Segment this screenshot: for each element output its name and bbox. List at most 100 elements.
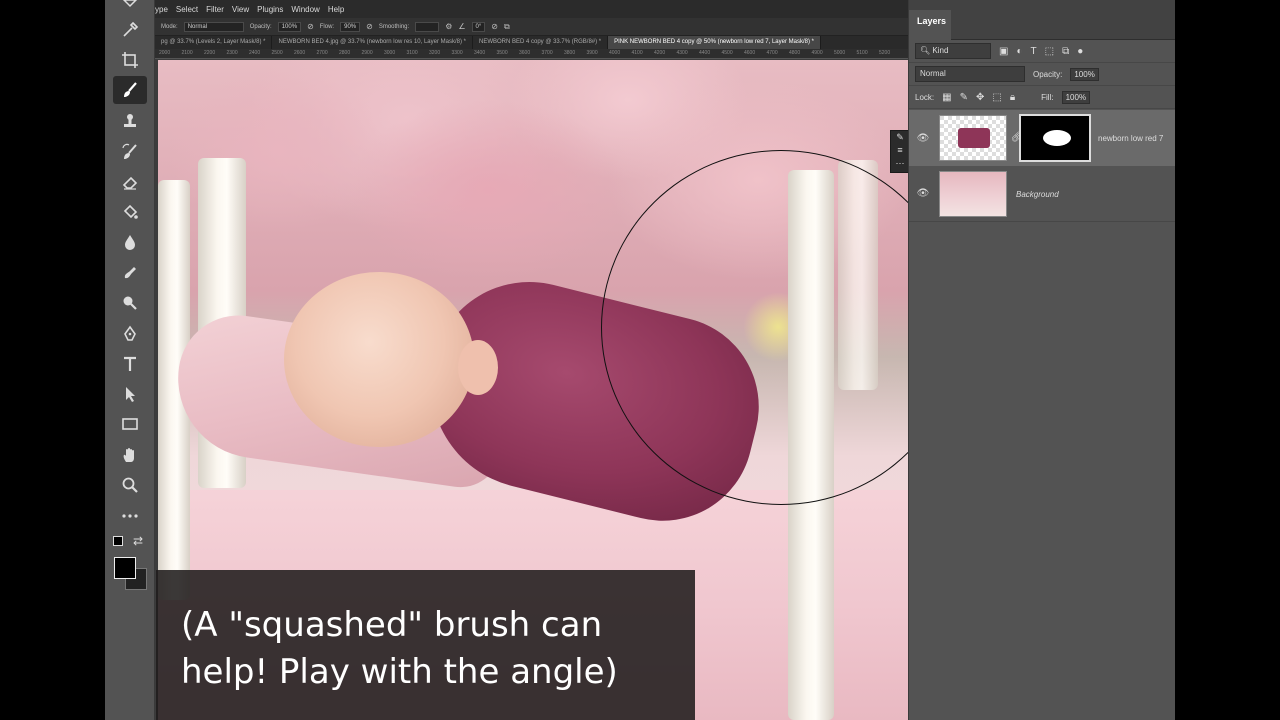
ruler-tick: 2600 <box>294 50 306 56</box>
layer-opacity-field[interactable]: 100% <box>1070 67 1099 81</box>
swap-colors-icon[interactable]: ⇄ <box>133 534 143 548</box>
ruler-tick: 3000 <box>384 50 396 56</box>
menu-bar: ype Select Filter View Plugins Window He… <box>155 0 908 18</box>
ruler-tick: 4900 <box>811 50 823 56</box>
ruler-tick: 3700 <box>541 50 553 56</box>
layer-mask-thumbnail[interactable] <box>1019 114 1091 162</box>
type-icon[interactable] <box>113 350 147 378</box>
ruler-tick: 2700 <box>316 50 328 56</box>
ruler-tick: 4600 <box>744 50 756 56</box>
lock-artboard-icon[interactable]: ⬚ <box>992 92 1001 103</box>
ruler-tick: 4700 <box>766 50 778 56</box>
rectangle-icon[interactable] <box>113 410 147 438</box>
menu-select[interactable]: Select <box>176 5 198 14</box>
lock-position-icon[interactable]: ✥ <box>976 92 984 103</box>
paint-bucket-icon[interactable] <box>113 198 147 226</box>
menu-filter[interactable]: Filter <box>206 5 224 14</box>
default-colors-icon[interactable] <box>113 536 123 546</box>
smudge-icon[interactable] <box>113 259 147 287</box>
blend-mode-select[interactable]: Normal <box>915 66 1025 82</box>
lock-image-icon[interactable]: ✎ <box>960 92 968 103</box>
crop-icon[interactable] <box>113 46 147 74</box>
history-brush-icon[interactable] <box>113 138 147 166</box>
baby-head <box>284 272 474 447</box>
tab-document[interactable]: NEWBORN BED 4.jpg @ 33.7% (newborn low r… <box>272 36 473 49</box>
menu-help[interactable]: Help <box>328 5 344 14</box>
angle-field[interactable]: 0° <box>471 21 486 32</box>
options-bar: Mode: Normal Opacity: 100% ⊘ Flow: 90% ⊘… <box>155 18 908 36</box>
dodge-icon[interactable] <box>113 289 147 317</box>
selection-arrow-icon[interactable] <box>113 380 147 408</box>
ruler-tick: 3500 <box>496 50 508 56</box>
opacity-label: Opacity: <box>1033 69 1063 79</box>
brush-icon[interactable] <box>113 76 147 104</box>
more-tools-icon[interactable] <box>113 502 147 530</box>
foreground-color-swatch[interactable] <box>114 557 136 579</box>
panel-options-icon[interactable]: ⋯ <box>891 157 908 170</box>
fill-field[interactable]: 100% <box>1061 90 1091 104</box>
layer-thumbnail[interactable] <box>939 115 1007 161</box>
ruler-tick: 2300 <box>226 50 238 56</box>
hand-icon[interactable] <box>113 441 147 469</box>
ruler-tick: 5100 <box>856 50 868 56</box>
pressure-size-icon[interactable]: ⊘ <box>491 22 498 31</box>
filter-toggle-icon[interactable]: ● <box>1077 46 1083 57</box>
layer-name[interactable]: Background <box>1016 190 1059 199</box>
flow-label: Flow: <box>319 23 335 30</box>
ruler-tick: 3600 <box>519 50 531 56</box>
layer-row[interactable]: 👁︎ Background <box>909 166 1175 222</box>
ruler-tick: 3300 <box>451 50 463 56</box>
ruler-tick: 4500 <box>721 50 733 56</box>
type-filter-icon[interactable]: T <box>1031 46 1037 57</box>
layer-name[interactable]: newborn low red 7 <box>1098 134 1163 143</box>
ruler-tick: 2200 <box>204 50 216 56</box>
ruler-tick: 4000 <box>609 50 621 56</box>
mode-label: Mode: <box>161 23 178 30</box>
settings-gear-icon[interactable]: ⚙ <box>445 22 452 31</box>
flow-field[interactable]: 90% <box>340 21 361 32</box>
menu-window[interactable]: Window <box>291 5 319 14</box>
tab-document-active[interactable]: PINK NEWBORN BED 4 copy @ 50% (newborn l… <box>608 36 821 49</box>
ruler-tick: 5200 <box>879 50 891 56</box>
pressure-opacity-icon[interactable]: ⊘ <box>307 22 314 31</box>
menu-type[interactable]: ype <box>155 5 168 14</box>
ruler-tick: 4100 <box>631 50 643 56</box>
menu-plugins[interactable]: Plugins <box>257 5 283 14</box>
blend-row: Normal Opacity: 100% <box>909 63 1175 86</box>
brush-settings-icon[interactable]: ✎ <box>891 131 908 144</box>
ruler-tick: 4200 <box>654 50 666 56</box>
smoothing-field[interactable] <box>415 21 440 32</box>
menu-view[interactable]: View <box>232 5 249 14</box>
opacity-field[interactable]: 100% <box>277 21 302 32</box>
blur-icon[interactable] <box>113 228 147 256</box>
visibility-eye-icon[interactable]: 👁︎ <box>909 133 937 144</box>
ruler-tick: 3900 <box>586 50 598 56</box>
zoom-icon[interactable] <box>113 471 147 499</box>
pen-icon[interactable] <box>113 320 147 348</box>
adjustment-filter-icon[interactable]: ◐ <box>1016 46 1022 57</box>
shape-filter-icon[interactable]: ⬚ <box>1045 46 1054 57</box>
mode-select[interactable]: Normal <box>183 21 244 32</box>
tab-layers[interactable]: Layers <box>909 10 951 40</box>
image-filter-icon[interactable]: ▣ <box>999 46 1008 57</box>
stamp-icon[interactable] <box>113 107 147 135</box>
tab-document[interactable]: NEWBORN BED 4 copy @ 33.7% (RGB/8#) * <box>473 36 609 49</box>
smoothing-label: Smoothing: <box>378 23 410 30</box>
adjust-icon[interactable]: ≡ <box>891 144 908 157</box>
ruler-tick: 3800 <box>564 50 576 56</box>
layer-row[interactable]: 👁︎ 🔗︎ newborn low red 7 <box>909 110 1175 166</box>
kind-filter-select[interactable]: 🔍︎ Kind <box>915 43 991 59</box>
eraser-icon[interactable] <box>113 168 147 196</box>
tab-document[interactable]: pg @ 33.7% (Levels 2, Layer Mask/8) * <box>155 36 273 49</box>
layer-thumbnail[interactable] <box>939 171 1007 217</box>
symmetry-icon[interactable]: ⧉ <box>504 22 510 32</box>
airbrush-icon[interactable]: ⊘ <box>366 22 373 31</box>
ruler-tick: 2500 <box>271 50 283 56</box>
smart-object-filter-icon[interactable]: ⧉ <box>1062 46 1069 57</box>
ruler-tick: 4800 <box>789 50 801 56</box>
lock-transparent-icon[interactable]: ▦ <box>942 92 951 103</box>
visibility-eye-icon[interactable]: 👁︎ <box>909 188 937 199</box>
lock-all-icon[interactable]: 🔒︎ <box>1010 92 1015 103</box>
ruler-tick: 2000 <box>159 50 171 56</box>
eyedropper-icon[interactable] <box>113 16 147 44</box>
